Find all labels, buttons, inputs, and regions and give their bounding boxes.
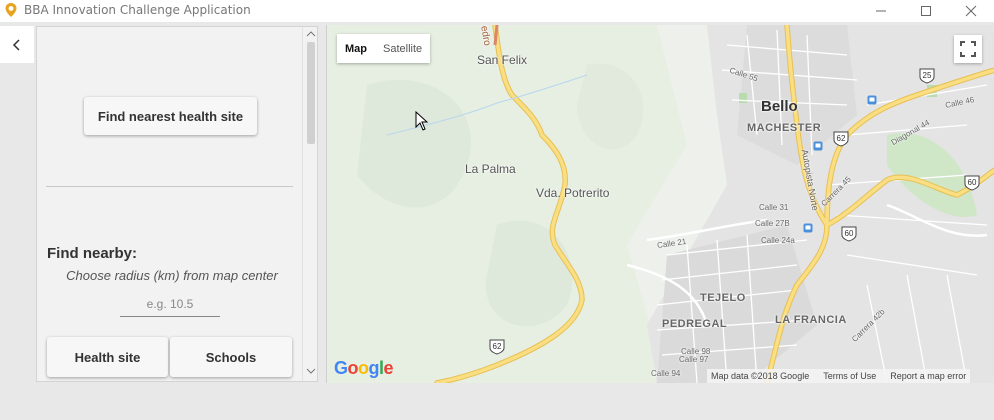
fullscreen-button[interactable] xyxy=(954,35,982,63)
map-base-layer xyxy=(327,25,994,383)
place-la-palma: La Palma xyxy=(465,162,516,176)
scroll-thumb[interactable] xyxy=(307,42,315,144)
map-type-satellite-tab[interactable]: Satellite xyxy=(375,34,430,63)
maximize-icon xyxy=(921,6,931,16)
street-calle-31: Calle 31 xyxy=(759,203,789,212)
place-pedregal: PEDREGAL xyxy=(662,318,728,330)
transit-station-icon xyxy=(813,141,823,151)
place-vda-potrerito: Vda. Potrerito xyxy=(536,186,610,200)
map-type-control: Map Satellite xyxy=(337,34,431,63)
minimize-icon xyxy=(876,10,886,12)
panel-content: Find nearest health site Find nearby: Ch… xyxy=(37,27,301,381)
place-tejelo: TEJELO xyxy=(700,292,746,304)
route-shield-icon: 60 xyxy=(841,226,857,242)
close-icon xyxy=(965,5,977,17)
schools-button[interactable]: Schools xyxy=(170,337,292,377)
side-panel: Find nearest health site Find nearby: Ch… xyxy=(36,26,318,382)
panel-scrollbar[interactable] xyxy=(302,27,317,381)
transit-station-icon xyxy=(803,223,813,233)
place-san-felix: San Felix xyxy=(477,53,528,67)
close-button[interactable] xyxy=(948,0,994,22)
minimize-button[interactable] xyxy=(858,0,904,22)
map-attribution: Map data ©2018 Google Terms of Use Repor… xyxy=(707,369,971,383)
scroll-down-icon[interactable] xyxy=(306,367,316,375)
street-calle-27b: Calle 27B xyxy=(755,219,790,228)
health-site-button[interactable]: Health site xyxy=(47,337,168,377)
place-la-francia: LA FRANCIA xyxy=(775,314,847,326)
place-machester: MACHESTER xyxy=(747,122,822,134)
route-shield-icon: 60 xyxy=(964,175,980,191)
map-view[interactable]: Map Satellite San Felix edro La Palma Vd… xyxy=(326,25,994,383)
transit-station-icon xyxy=(867,95,877,105)
route-shield-icon: 25 xyxy=(919,68,935,84)
place-bello: Bello xyxy=(761,98,798,115)
location-pin-icon xyxy=(4,2,18,18)
street-calle-24a: Calle 24a xyxy=(761,236,795,245)
back-button[interactable] xyxy=(0,26,34,63)
find-nearby-heading: Find nearby: xyxy=(47,245,138,262)
street-calle-97: Calle 97 xyxy=(679,355,709,364)
route-shield-icon: 62 xyxy=(833,131,849,147)
find-nearest-health-site-button[interactable]: Find nearest health site xyxy=(84,97,257,135)
app-window: BBA Innovation Challenge Application Fin… xyxy=(0,0,994,420)
radius-input[interactable] xyxy=(120,291,220,317)
route-62-label: 62 xyxy=(837,134,846,143)
route-60-city-label: 60 xyxy=(845,229,854,238)
window-title: BBA Innovation Challenge Application xyxy=(24,3,251,17)
terms-of-use-link[interactable]: Terms of Use xyxy=(823,371,876,381)
report-map-error-link[interactable]: Report a map error xyxy=(890,371,966,381)
map-data-credit: Map data ©2018 Google xyxy=(711,371,810,381)
google-logo: Google xyxy=(334,358,394,378)
route-25-label: 25 xyxy=(923,71,932,80)
title-bar: BBA Innovation Challenge Application xyxy=(0,0,994,22)
radius-hint: Choose radius (km) from map center xyxy=(66,268,278,283)
scroll-up-icon[interactable] xyxy=(306,30,316,38)
route-62-south-label: 62 xyxy=(493,342,502,351)
maximize-button[interactable] xyxy=(903,0,949,22)
street-calle-94: Calle 94 xyxy=(651,369,681,378)
chevron-left-icon xyxy=(12,38,20,51)
route-shield-icon: 62 xyxy=(489,339,505,355)
route-60-east-label: 60 xyxy=(968,178,977,187)
mouse-cursor-icon xyxy=(415,111,429,131)
fullscreen-icon xyxy=(960,41,976,57)
divider xyxy=(46,186,293,187)
map-type-map-tab[interactable]: Map xyxy=(337,34,375,63)
